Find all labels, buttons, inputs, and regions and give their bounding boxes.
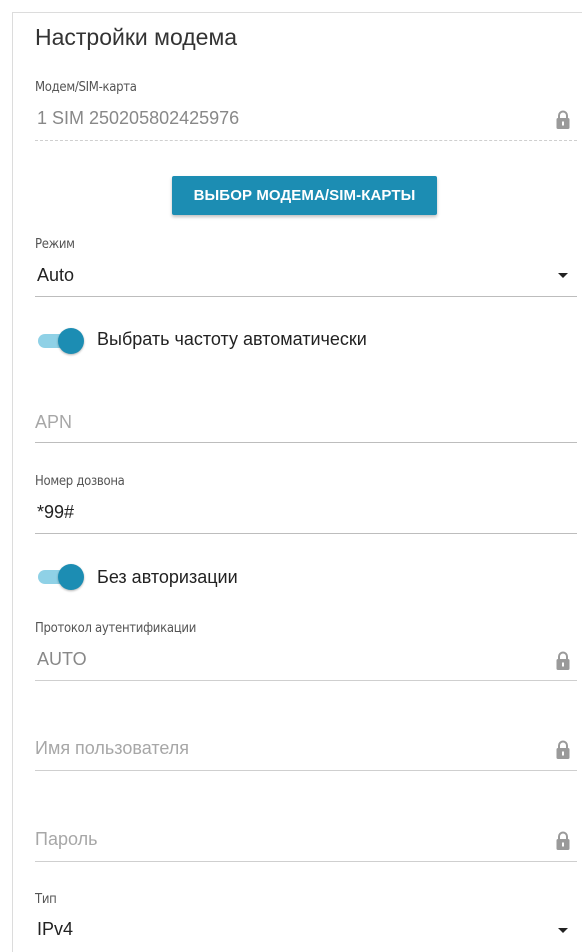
type-select[interactable]: IPv4 [37, 919, 73, 940]
dial-label: Номер дозвона [35, 474, 125, 489]
mode-underline [35, 296, 577, 297]
dial-underline [35, 533, 577, 534]
username-underline [35, 770, 577, 771]
caret-down-icon[interactable] [558, 928, 568, 933]
password-input: Пароль [35, 829, 98, 849]
type-label: Тип [35, 892, 57, 907]
modem-underline [35, 140, 577, 141]
mode-label: Режим [35, 237, 75, 252]
mode-select[interactable]: Auto [37, 265, 74, 286]
lock-icon [556, 110, 570, 129]
auto-freq-label: Выбрать частоту автоматически [97, 329, 367, 349]
auth-protocol-underline [35, 680, 577, 681]
modem-field: 1 SIM 250205802425976 [37, 108, 240, 128]
password-underline [35, 861, 577, 862]
no-auth-toggle[interactable] [38, 564, 84, 590]
no-auth-label: Без авторизации [97, 567, 238, 587]
apn-input[interactable]: APN [35, 412, 72, 433]
modem-label: Модем/SIM-карта [35, 80, 137, 95]
caret-down-icon[interactable] [558, 273, 568, 278]
username-input: Имя пользователя [35, 738, 190, 758]
dial-input[interactable]: *99# [37, 502, 74, 523]
auth-protocol-label: Протокол аутентификации [35, 621, 196, 636]
apn-underline [35, 442, 577, 443]
auto-freq-toggle[interactable] [38, 328, 84, 354]
toggle-thumb [58, 328, 84, 354]
lock-icon [556, 831, 570, 850]
auth-protocol-field: AUTO [37, 649, 87, 669]
lock-icon [556, 651, 570, 670]
toggle-thumb [58, 564, 84, 590]
select-modem-button[interactable]: ВЫБОР МОДЕМА/SIM-КАРТЫ [172, 176, 437, 215]
lock-icon [556, 740, 570, 759]
page-title: Настройки модема [35, 24, 238, 50]
